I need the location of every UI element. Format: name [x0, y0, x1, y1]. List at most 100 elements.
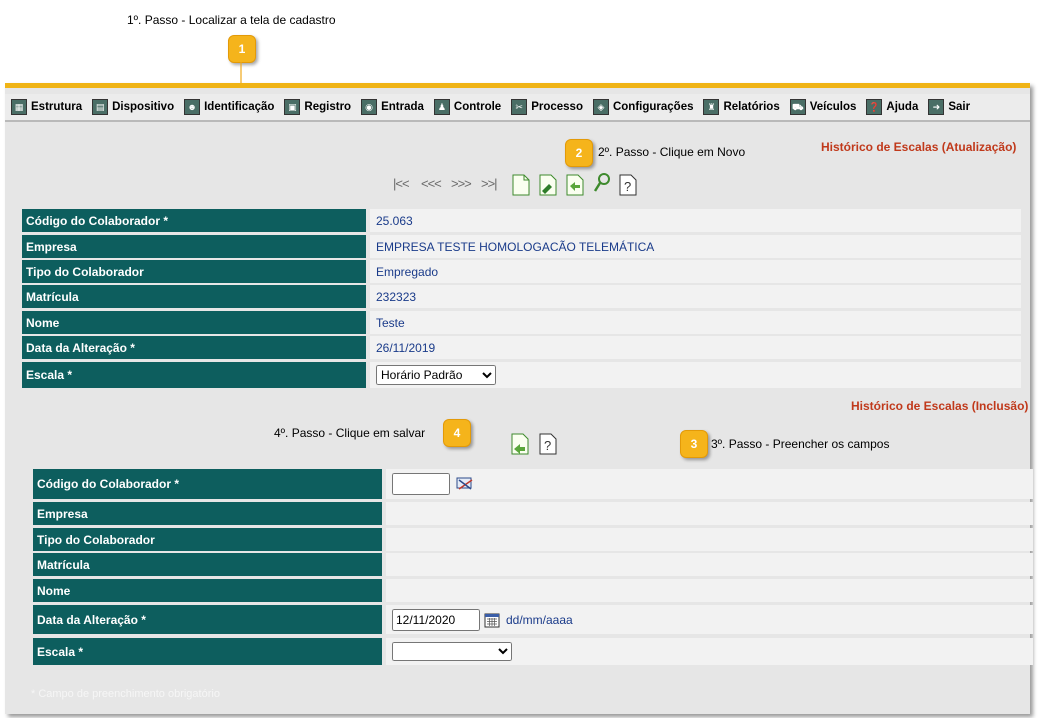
svg-text:?: ?	[544, 438, 551, 453]
menu-label: Entrada	[381, 101, 424, 113]
insert-codigo-cell	[386, 469, 1033, 499]
structure-icon: ▦	[11, 99, 27, 115]
update-row-nome: Nome Teste	[22, 311, 1021, 334]
menu-dispositivo[interactable]: ▤ Dispositivo	[92, 99, 174, 115]
process-icon: ✂	[511, 99, 528, 115]
entry-icon: ◉	[361, 99, 378, 115]
date-format-hint: dd/mm/aaaa	[506, 612, 573, 627]
codigo-label: Código do Colaborador *	[22, 209, 366, 232]
data-value: 26/11/2019	[370, 336, 1021, 359]
last-record-icon[interactable]: >>|	[481, 176, 498, 191]
vehicle-icon: ⛟	[789, 99, 806, 115]
step3-badge: 3	[680, 430, 708, 458]
menu-label: Relatórios	[723, 101, 780, 113]
first-record-icon[interactable]: |<<	[393, 176, 410, 191]
update-row-matricula: Matrícula 232323	[22, 285, 1021, 308]
help-document-icon[interactable]: ?	[619, 174, 637, 196]
insert-row-codigo: Código do Colaborador *	[33, 469, 1033, 499]
new-document-icon[interactable]	[512, 174, 530, 196]
update-row-empresa: Empresa EMPRESA TESTE HOMOLOGACÃO TELEMÁ…	[22, 235, 1021, 258]
undo-document-icon[interactable]	[566, 174, 584, 196]
matricula-label: Matrícula	[22, 285, 366, 308]
menu-label: Estrutura	[31, 101, 83, 113]
empresa-value: EMPRESA TESTE HOMOLOGACÃO TELEMÁTICA	[370, 235, 1021, 258]
menu-controle[interactable]: ♟ Controle	[433, 99, 502, 115]
step2-text: 2º. Passo - Clique em Novo	[598, 145, 746, 159]
escala-cell: Horário Padrão	[370, 362, 1021, 388]
update-row-data: Data da Alteração * 26/11/2019	[22, 336, 1021, 359]
control-icon: ♟	[433, 99, 450, 115]
menu-label: Veículos	[809, 101, 857, 113]
step4-badge: 4	[443, 419, 471, 447]
menu-entrada[interactable]: ◉ Entrada	[361, 99, 424, 115]
menu-ajuda[interactable]: ❓ Ajuda	[866, 99, 918, 115]
save-document-icon[interactable]	[511, 433, 529, 455]
help-icon: ❓	[866, 99, 883, 115]
insert-tipo-value	[386, 528, 1033, 551]
insert-row-nome: Nome	[33, 579, 1033, 602]
settings-icon: ◈	[592, 99, 609, 115]
insert-matricula-label: Matrícula	[33, 553, 382, 576]
device-icon: ▤	[92, 99, 109, 115]
reports-icon: ♜	[703, 99, 720, 115]
menu-identificacao[interactable]: ☻ Identificação	[184, 99, 274, 115]
insert-escala-cell	[386, 638, 1033, 665]
insert-tipo-label: Tipo do Colaborador	[33, 528, 382, 551]
menu-estrutura[interactable]: ▦ Estrutura	[11, 99, 82, 115]
tipo-value: Empregado	[370, 260, 1021, 283]
search-icon[interactable]	[593, 172, 611, 194]
menu-label: Identificação	[204, 101, 275, 113]
menu-configuracoes[interactable]: ◈ Configurações	[592, 99, 694, 115]
step4-text: 4º. Passo - Clique em salvar	[274, 426, 426, 440]
data-alteracao-input[interactable]	[392, 608, 480, 631]
update-row-tipo: Tipo do Colaborador Empregado	[22, 260, 1021, 283]
insert-data-label: Data da Alteração *	[33, 605, 382, 634]
menu-sair[interactable]: ➜ Sair	[928, 99, 970, 115]
menu-label: Registro	[304, 101, 352, 113]
insert-codigo-label: Código do Colaborador *	[33, 469, 382, 499]
data-label: Data da Alteração *	[22, 336, 366, 359]
menu-relatorios[interactable]: ♜ Relatórios	[703, 99, 780, 115]
insert-nome-label: Nome	[33, 579, 382, 602]
step2-badge: 2	[565, 139, 593, 167]
edit-document-icon[interactable]	[539, 174, 557, 196]
insert-title: Histórico de Escalas (Inclusão)	[851, 399, 1029, 413]
empresa-label: Empresa	[22, 235, 366, 258]
exit-icon: ➜	[928, 99, 945, 115]
update-row-escala: Escala * Horário Padrão	[22, 362, 1021, 388]
previous-record-icon[interactable]: <<<	[421, 176, 442, 191]
menu-label: Sair	[948, 101, 971, 113]
menu-veiculos[interactable]: ⛟ Veículos	[789, 99, 857, 115]
menu-label: Dispositivo	[112, 101, 175, 113]
nome-label: Nome	[22, 311, 366, 334]
identification-icon: ☻	[184, 99, 201, 115]
calendar-icon[interactable]	[484, 612, 500, 628]
insert-empresa-value	[386, 502, 1033, 525]
codigo-input[interactable]	[392, 473, 450, 495]
matricula-value: 232323	[370, 285, 1021, 308]
insert-row-tipo: Tipo do Colaborador	[33, 528, 1033, 551]
menu-label: Ajuda	[886, 101, 919, 113]
update-title: Histórico de Escalas (Atualização)	[821, 140, 1017, 154]
menu-label: Configurações	[612, 101, 694, 113]
app-window: ▦ Estrutura ▤ Dispositivo ☻ Identificação ▣ Reg…	[5, 83, 1033, 714]
insert-matricula-value	[386, 553, 1033, 576]
menu-processo[interactable]: ✂ Processo	[511, 99, 583, 115]
insert-escala-select[interactable]	[392, 642, 512, 661]
menu-label: Controle	[453, 101, 502, 113]
next-record-icon[interactable]: >>>	[451, 176, 472, 191]
insert-row-empresa: Empresa	[33, 502, 1033, 525]
update-row-codigo: Código do Colaborador * 25.063	[22, 209, 1021, 232]
insert-data-cell: dd/mm/aaaa	[386, 605, 1033, 634]
tipo-label: Tipo do Colaborador	[22, 260, 366, 283]
menu-registro[interactable]: ▣ Registro	[284, 99, 351, 115]
nome-value: Teste	[370, 311, 1021, 334]
codigo-value: 25.063	[370, 209, 1021, 232]
lookup-icon[interactable]	[456, 476, 474, 492]
escala-label: Escala *	[22, 362, 366, 388]
svg-text:?: ?	[624, 179, 631, 194]
required-footnote: * Campo de preenchimento obrigatório	[31, 688, 220, 700]
escala-select[interactable]: Horário Padrão	[376, 365, 496, 385]
insert-row-matricula: Matrícula	[33, 553, 1033, 576]
help-document-icon-2[interactable]: ?	[539, 433, 557, 455]
